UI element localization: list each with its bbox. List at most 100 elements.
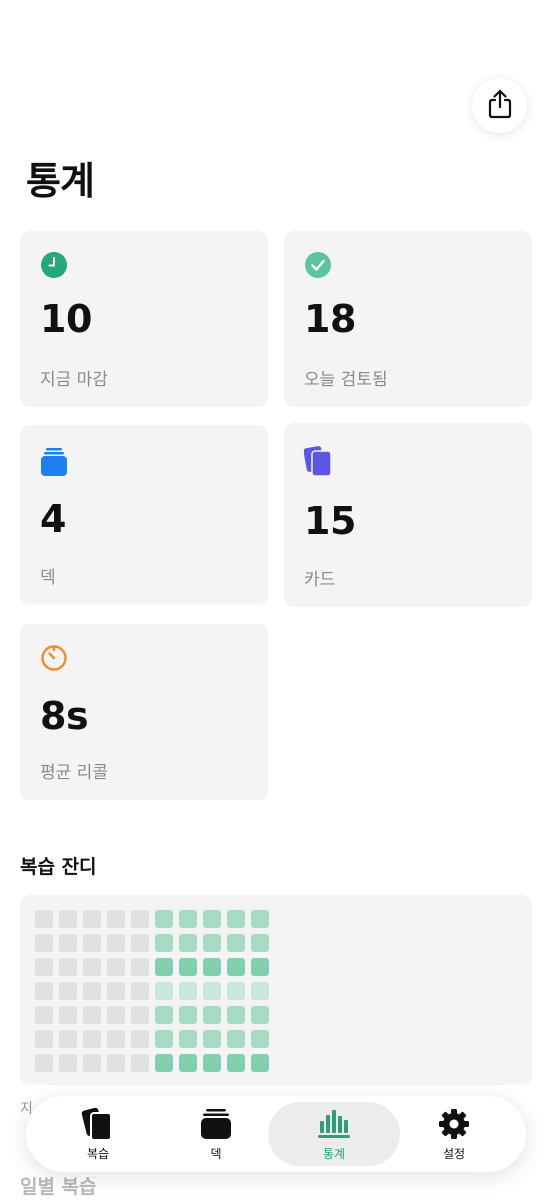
heatmap-cell: [59, 958, 77, 976]
heatmap-cell: [155, 1030, 173, 1048]
heatmap-cell: [155, 1054, 173, 1072]
heatmap-cell: [251, 934, 269, 952]
heatmap-cell: [203, 1030, 221, 1048]
heatmap-cell: [35, 1054, 53, 1072]
heatmap-cell: [155, 982, 173, 1000]
heatmap-cell: [35, 982, 53, 1000]
stat-label: 평균 리콜: [40, 763, 108, 783]
stat-label: 지금 마감: [40, 370, 108, 390]
heatmap-cell: [59, 1054, 77, 1072]
heatmap-cell: [83, 958, 101, 976]
heatmap-cell: [83, 1006, 101, 1024]
heatmap-cell: [155, 910, 173, 928]
heatmap-cell: [107, 934, 125, 952]
share-button[interactable]: [472, 78, 527, 133]
heatmap-cell: [131, 982, 149, 1000]
heatmap-cell: [179, 1030, 197, 1048]
heatmap-cell: [227, 1054, 245, 1072]
heatmap-cell: [203, 910, 221, 928]
heatmap-cell: [179, 1054, 197, 1072]
heatmap-cell: [59, 1030, 77, 1048]
heatmap-cell: [227, 958, 245, 976]
heatmap-cell: [131, 1054, 149, 1072]
heatmap-cell: [83, 982, 101, 1000]
heatmap-cell: [251, 958, 269, 976]
heatmap-cell: [203, 982, 221, 1000]
heatmap-cell: [83, 1030, 101, 1048]
tab-stats[interactable]: 통계: [268, 1102, 400, 1166]
heatmap-cell: [251, 1054, 269, 1072]
gear-icon: [436, 1107, 472, 1141]
heatmap-cell: [203, 934, 221, 952]
timer-icon: [40, 644, 68, 672]
heatmap-section-title: 복습 잔디: [20, 856, 97, 878]
share-icon: [487, 89, 513, 123]
stat-card-reviewed-today[interactable]: 18 오늘 검토됨: [284, 231, 532, 407]
heatmap-cell: [227, 1030, 245, 1048]
checkmark-circle-icon: [304, 251, 332, 279]
heatmap-cell: [131, 1006, 149, 1024]
review-cards-icon: [80, 1107, 116, 1141]
heatmap-cell: [251, 982, 269, 1000]
stats-chart-icon: [316, 1107, 352, 1141]
heatmap-cell: [35, 1006, 53, 1024]
heatmap-cell: [179, 934, 197, 952]
stat-value: 18: [304, 297, 356, 341]
stat-card-due-now[interactable]: 10 지금 마감: [20, 231, 268, 407]
deck-tray-icon: [198, 1107, 234, 1141]
heatmap-cell: [227, 1006, 245, 1024]
stat-value: 15: [304, 499, 356, 543]
heatmap-cell: [83, 1054, 101, 1072]
stat-card-decks[interactable]: 4 덱: [20, 425, 268, 605]
tab-bar: 복습 덱 통계 설정: [26, 1096, 526, 1172]
heatmap-cell: [59, 982, 77, 1000]
heatmap-cell: [251, 1030, 269, 1048]
heatmap-cell: [251, 910, 269, 928]
heatmap-cell: [35, 934, 53, 952]
stat-label: 카드: [304, 570, 336, 590]
tab-label: 설정: [442, 1146, 466, 1161]
heatmap-cell: [179, 1006, 197, 1024]
heatmap-cell: [251, 1006, 269, 1024]
heatmap-cell: [35, 910, 53, 928]
stat-value: 10: [40, 297, 92, 341]
heatmap-cell: [203, 1054, 221, 1072]
stat-card-cards[interactable]: 15 카드: [284, 423, 532, 607]
heatmap-cell: [227, 934, 245, 952]
stat-label: 덱: [40, 568, 56, 588]
heatmap-cell: [131, 934, 149, 952]
heatmap-cell: [131, 1030, 149, 1048]
heatmap-cell: [155, 1006, 173, 1024]
review-heatmap: [20, 895, 532, 1085]
heatmap-cell: [179, 958, 197, 976]
heatmap-cell: [131, 910, 149, 928]
stat-value: 8s: [40, 694, 89, 738]
heatmap-cell: [107, 1030, 125, 1048]
heatmap-cell: [83, 934, 101, 952]
heatmap-cell: [155, 934, 173, 952]
heatmap-cell: [203, 1006, 221, 1024]
heatmap-cell: [83, 910, 101, 928]
heatmap-cell: [107, 1054, 125, 1072]
tab-label: 통계: [322, 1146, 346, 1161]
tab-review[interactable]: 복습: [32, 1102, 164, 1166]
heatmap-grid: [35, 910, 269, 1072]
stat-card-average-recall[interactable]: 8s 평균 리콜: [20, 624, 268, 800]
heatmap-cell: [179, 982, 197, 1000]
tab-label: 복습: [86, 1146, 110, 1161]
heatmap-cell: [203, 958, 221, 976]
heatmap-cell: [227, 910, 245, 928]
heatmap-cell: [107, 982, 125, 1000]
tab-decks[interactable]: 덱: [150, 1102, 282, 1166]
cards-stack-icon: [303, 445, 332, 477]
stat-value: 4: [40, 497, 66, 541]
daily-review-section-title: 일별 복습: [20, 1176, 97, 1198]
heatmap-cell: [155, 958, 173, 976]
page-title: 통계: [26, 159, 95, 203]
heatmap-cell: [35, 958, 53, 976]
heatmap-cell: [227, 982, 245, 1000]
heatmap-cell: [59, 934, 77, 952]
heatmap-cell: [59, 1006, 77, 1024]
stat-label: 오늘 검토됨: [304, 370, 388, 390]
tab-settings[interactable]: 설정: [388, 1102, 520, 1166]
